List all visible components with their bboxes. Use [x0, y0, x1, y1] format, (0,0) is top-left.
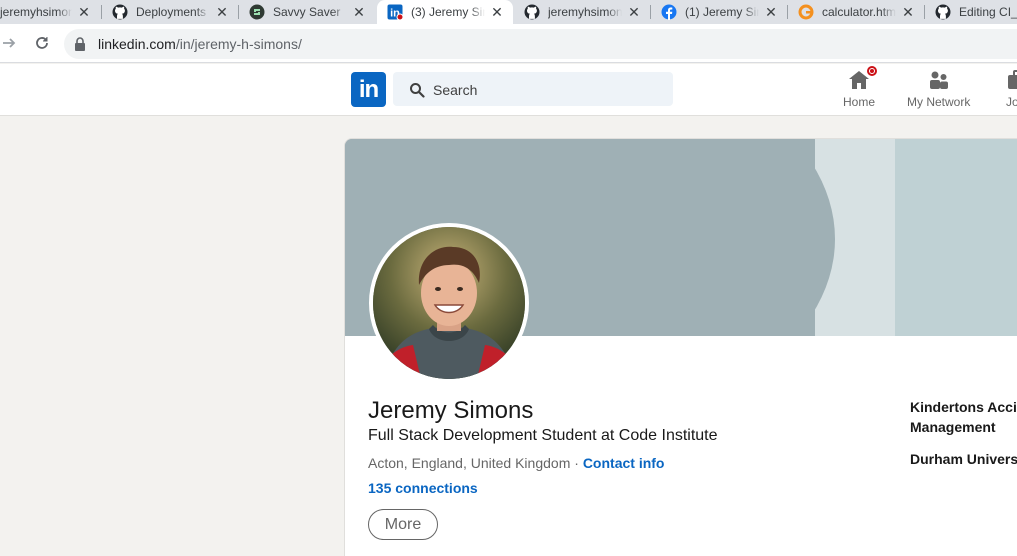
jobs-icon — [1006, 68, 1017, 92]
linkedin-icon: in — [387, 4, 403, 20]
search-placeholder: Search — [433, 82, 478, 98]
profile-card: Jeremy Simons Full Stack Development Stu… — [344, 138, 1017, 556]
close-icon[interactable]: ✕ — [351, 4, 367, 20]
profile-headline: Full Stack Development Student at Code I… — [368, 427, 718, 444]
close-icon[interactable]: ✕ — [489, 4, 505, 20]
nav-label: My Network — [907, 95, 971, 109]
facebook-icon — [661, 4, 677, 20]
search-icon — [410, 83, 425, 98]
linkedin-navbar: in Search Home My Network Jo — [0, 64, 1017, 116]
close-icon[interactable]: ✕ — [900, 4, 916, 20]
nav-home[interactable]: Home — [843, 64, 879, 109]
reload-button[interactable] — [31, 32, 53, 54]
profile-location: Acton, England, United Kingdom — [368, 455, 571, 471]
linkedin-logo[interactable]: in — [351, 72, 386, 107]
browser-tab[interactable]: Deployments ✕ — [102, 0, 238, 24]
separator-dot: · — [574, 455, 579, 471]
browser-toolbar: linkedin.com/in/jeremy-h-simons/ — [0, 24, 1017, 63]
tab-title: Savvy Saver — [273, 5, 341, 19]
browser-tab[interactable]: calculator.html ✕ — [788, 0, 924, 24]
close-icon[interactable]: ✕ — [76, 4, 92, 20]
nav-jobs[interactable]: Jo — [1006, 68, 1017, 109]
browser-tab[interactable]: jeremyhsimons ✕ — [0, 0, 100, 24]
close-icon[interactable]: ✕ — [626, 4, 642, 20]
company-line-1: Kindertons Accid — [910, 399, 1017, 415]
site-icon — [249, 4, 265, 20]
profile-photo[interactable] — [369, 223, 529, 383]
browser-tab-active[interactable]: in (3) Jeremy Simons ✕ — [377, 0, 513, 24]
reload-icon — [36, 37, 48, 49]
tab-title: Deployments — [136, 5, 207, 19]
nav-label: Jo — [1006, 95, 1017, 109]
education-school[interactable]: Durham Universit — [910, 451, 1017, 467]
tab-title: jeremyhsimons — [548, 5, 622, 19]
connections-link[interactable]: 135 connections — [368, 480, 478, 496]
github-icon — [935, 4, 951, 20]
more-button[interactable]: More — [368, 509, 438, 540]
profile-name: Jeremy Simons — [368, 397, 534, 424]
current-company[interactable]: Kindertons Accid Management — [910, 397, 1017, 437]
company-line-2: Management — [910, 419, 996, 435]
arrow-right-icon — [3, 38, 16, 48]
tab-title: (3) Jeremy Simons — [411, 5, 485, 19]
my-network-icon — [927, 68, 951, 92]
address-bar[interactable]: linkedin.com/in/jeremy-h-simons/ — [64, 29, 1017, 59]
browser-tab-strip: jeremyhsimons ✕ Deployments ✕ Savvy Save… — [0, 0, 1017, 24]
tab-title: jeremyhsimons — [0, 5, 72, 19]
url-path: /in/jeremy-h-simons/ — [175, 36, 302, 52]
close-icon[interactable]: ✕ — [214, 4, 230, 20]
lock-icon — [75, 37, 85, 51]
browser-tab[interactable]: Savvy Saver ✕ — [239, 0, 375, 24]
contact-info-link[interactable]: Contact info — [583, 455, 665, 471]
github-icon — [112, 4, 128, 20]
url-host: linkedin.com — [98, 36, 176, 52]
url-text: linkedin.com/in/jeremy-h-simons/ — [98, 36, 302, 52]
close-icon[interactable]: ✕ — [763, 4, 779, 20]
tab-title: calculator.html — [822, 5, 896, 19]
forward-button[interactable] — [0, 32, 20, 54]
browser-tab[interactable]: (1) Jeremy Simons ✕ — [651, 0, 787, 24]
tab-title: (1) Jeremy Simons — [685, 5, 759, 19]
home-icon — [847, 64, 879, 92]
nav-label: Home — [843, 95, 876, 109]
codeanywhere-icon — [798, 4, 814, 20]
profile-location-line: Acton, England, United Kingdom · Contact… — [368, 455, 664, 471]
search-input[interactable]: Search — [393, 72, 673, 106]
browser-tab[interactable]: jeremyhsimons ✕ — [514, 0, 650, 24]
nav-my-network[interactable]: My Network — [907, 68, 970, 109]
notification-badge — [865, 64, 879, 78]
tab-title: Editing CI_ — [959, 5, 1017, 19]
browser-tab[interactable]: Editing CI_ — [925, 0, 1017, 24]
github-icon — [524, 4, 540, 20]
